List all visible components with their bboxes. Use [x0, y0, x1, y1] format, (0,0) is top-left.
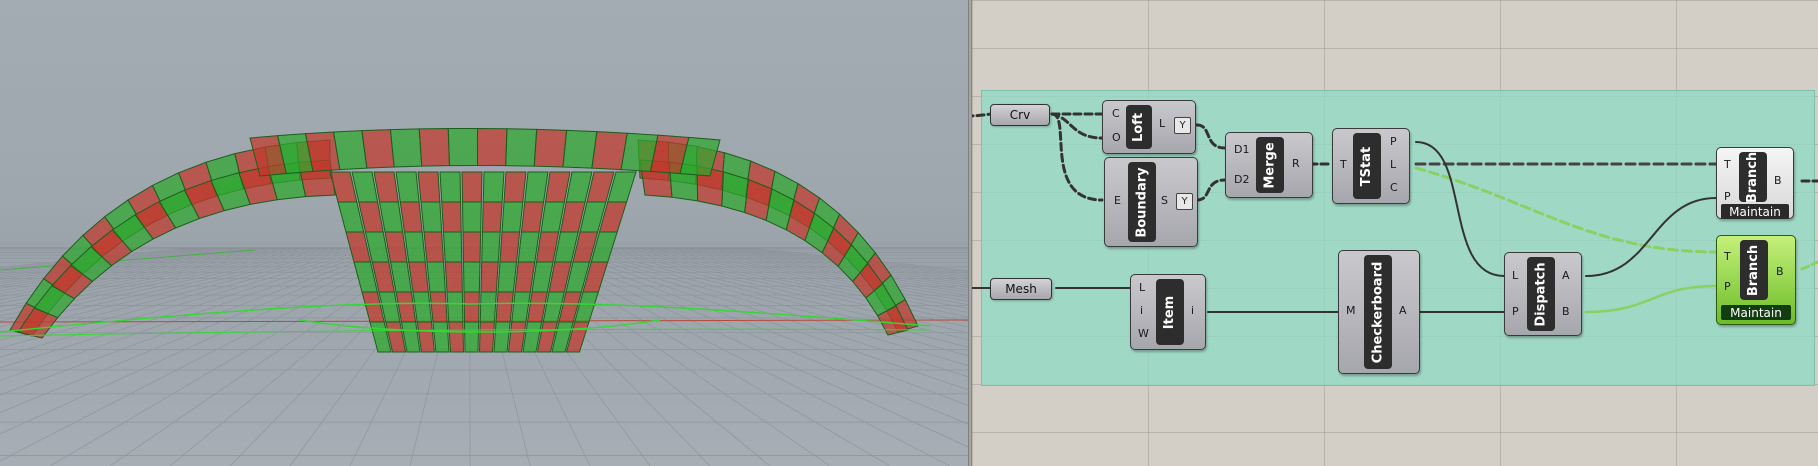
item-output-i[interactable]: i: [1191, 304, 1194, 317]
boundary-output-s[interactable]: S: [1161, 194, 1168, 207]
checkerboard-output-a[interactable]: A: [1399, 304, 1407, 317]
item-input-i[interactable]: i: [1140, 304, 1143, 317]
boundary-input-e[interactable]: E: [1114, 194, 1121, 207]
merge-output-r[interactable]: R: [1292, 157, 1300, 170]
grasshopper-canvas[interactable]: Crv Mesh C O Loft L Y E Boundary S Y D1 …: [972, 0, 1818, 466]
item-input-w[interactable]: W: [1138, 327, 1149, 340]
flatten-flag-icon: Y: [1176, 193, 1193, 210]
dispatch-input-l[interactable]: L: [1512, 269, 1518, 282]
wire-dispatch-branch2: [1584, 284, 1718, 314]
loft-input-o[interactable]: O: [1112, 131, 1121, 144]
dispatch-nickname: Dispatch: [1527, 257, 1555, 331]
tstat-output-l[interactable]: L: [1390, 158, 1396, 171]
dispatch-component[interactable]: L P Dispatch A B: [1504, 252, 1582, 336]
branch2-tag: Maintain: [1721, 305, 1791, 320]
tstat-output-c[interactable]: C: [1390, 181, 1398, 194]
boundary-nickname: Boundary: [1128, 162, 1156, 242]
tstat-output-p[interactable]: P: [1390, 135, 1397, 148]
branch2-input-t[interactable]: T: [1724, 250, 1731, 263]
rhino-grasshopper-workspace: Crv Mesh C O Loft L Y E Boundary S Y D1 …: [0, 0, 1818, 466]
merge-nickname: Merge: [1256, 137, 1284, 193]
merge-input-d1[interactable]: D1: [1234, 143, 1249, 156]
vault-mesh-model: [0, 127, 931, 353]
dispatch-output-a[interactable]: A: [1562, 269, 1570, 282]
branch1-output-b[interactable]: B: [1774, 174, 1782, 187]
wire-loft-merge: [1195, 123, 1227, 150]
item-component[interactable]: L i W Item i: [1130, 274, 1206, 350]
item-nickname: Item: [1156, 279, 1184, 345]
boundary-component[interactable]: E Boundary S Y: [1104, 157, 1198, 247]
branch1-input-p[interactable]: P: [1724, 190, 1731, 203]
merge-component[interactable]: D1 D2 Merge R: [1225, 132, 1313, 198]
tstat-input-t[interactable]: T: [1340, 158, 1347, 171]
wire-layer: [972, 112, 1818, 314]
wire-boundary-merge: [1195, 178, 1227, 202]
wire-tstat-dispatch: [1415, 141, 1505, 277]
wire-tstat-branch2: [1414, 166, 1718, 254]
item-input-l[interactable]: L: [1139, 281, 1145, 294]
viewport-scene: [0, 127, 968, 466]
tstat-nickname: TStat: [1353, 133, 1381, 199]
loft-component[interactable]: C O Loft L Y: [1102, 100, 1196, 154]
mesh-parameter[interactable]: Mesh: [990, 278, 1052, 300]
branch1-nickname: Branch: [1739, 152, 1767, 202]
checkerboard-nickname: Checkerboard: [1364, 255, 1392, 369]
branch2-nickname: Branch: [1740, 240, 1768, 300]
wire-crv-boundary: [1050, 112, 1104, 202]
checkerboard-component[interactable]: M Checkerboard A: [1338, 250, 1420, 374]
flatten-flag-icon: Y: [1174, 117, 1191, 134]
crv-parameter[interactable]: Crv: [990, 104, 1050, 126]
checkerboard-input-m[interactable]: M: [1346, 304, 1356, 317]
wire-branch2-out: [1800, 260, 1818, 271]
merge-input-d2[interactable]: D2: [1234, 173, 1249, 186]
tstat-component[interactable]: T TStat P L C: [1332, 128, 1410, 204]
branch-component-2[interactable]: T P Branch B Maintain: [1716, 235, 1796, 325]
rhino-perspective-viewport[interactable]: [0, 0, 968, 466]
branch2-output-b[interactable]: B: [1776, 265, 1784, 278]
branch-component-1[interactable]: T P Branch B Maintain: [1716, 147, 1794, 219]
branch1-tag: Maintain: [1721, 204, 1789, 219]
dispatch-output-b[interactable]: B: [1562, 305, 1570, 318]
dispatch-input-p[interactable]: P: [1512, 305, 1519, 318]
loft-output-l[interactable]: L: [1159, 117, 1165, 130]
branch1-input-t[interactable]: T: [1724, 158, 1731, 171]
branch2-input-p[interactable]: P: [1724, 280, 1731, 293]
loft-nickname: Loft: [1126, 105, 1152, 149]
loft-input-c[interactable]: C: [1112, 107, 1120, 120]
